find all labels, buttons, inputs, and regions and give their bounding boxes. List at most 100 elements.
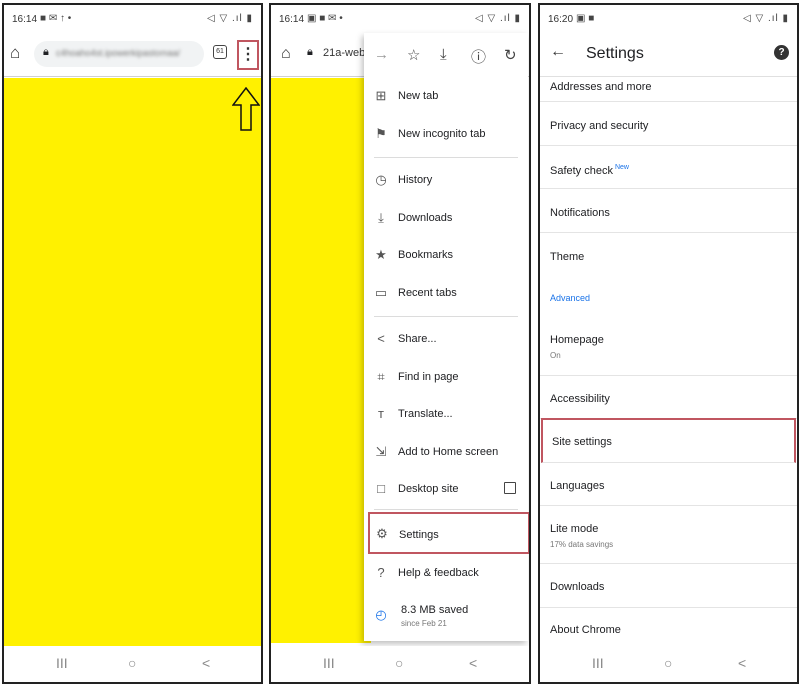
help-icon[interactable]: ? <box>774 45 789 60</box>
share-icon: < <box>377 331 385 346</box>
recent-tabs-icon: ▭ <box>374 285 388 300</box>
settings-item-privacy[interactable]: Privacy and security <box>540 103 797 146</box>
menu-action-row: → ☆ ⤓ ⓘ ↻ <box>364 33 528 77</box>
back-nav-button[interactable]: < <box>738 655 746 671</box>
settings-item-label: About Chrome <box>550 624 621 636</box>
history-icon: ◷ <box>375 172 387 187</box>
reload-icon[interactable]: ↻ <box>504 46 517 64</box>
menu-item-label: Translate... <box>398 408 453 420</box>
back-nav-button[interactable]: < <box>202 655 210 671</box>
menu-item-label: Desktop site <box>398 483 459 495</box>
advanced-section-header: Advanced <box>550 293 591 303</box>
url-text: c4hoaho4st.ipowerkipastomaa/ <box>56 48 181 58</box>
settings-item-accessibility[interactable]: Accessibility <box>540 377 797 419</box>
data-saver-icon: ◴ <box>375 607 387 622</box>
page-info-icon[interactable]: ⓘ <box>471 46 486 67</box>
settings-item-languages[interactable]: Languages <box>540 464 797 506</box>
menu-item-new-tab[interactable]: ⊞ New tab <box>364 78 528 114</box>
settings-item-addresses[interactable]: Addresses and more <box>540 78 797 102</box>
notification-icons: ▣ ■ <box>576 13 595 24</box>
menu-item-settings[interactable]: ⚙ Settings <box>368 512 529 554</box>
browser-menu-screen: 16:14 ▣ ■ ✉ • ◁ ▽ .ıl ▮ ⌂ 🔒︎ 21a-web → ☆… <box>269 3 531 684</box>
back-arrow-icon[interactable]: ← <box>550 43 566 61</box>
menu-item-help-feedback[interactable]: ? Help & feedback <box>364 555 528 591</box>
recents-button[interactable]: III <box>56 655 68 671</box>
settings-gear-icon: ⚙ <box>376 526 388 541</box>
menu-item-desktop-site[interactable]: □ Desktop site <box>364 471 528 507</box>
forward-icon[interactable]: → <box>374 46 389 63</box>
address-bar[interactable]: 🔒︎ 21a-web <box>303 41 373 67</box>
notification-icons: ▣ ■ ✉ • <box>307 13 343 24</box>
settings-item-label: Site settings <box>552 436 612 448</box>
settings-item-lite-mode[interactable]: Lite mode 17% data savings <box>540 507 797 564</box>
menu-divider <box>374 509 518 510</box>
notification-icons: ■ ✉ ↑ • <box>40 13 72 24</box>
recents-button[interactable]: III <box>323 655 335 671</box>
arrow-up-icon <box>232 87 260 131</box>
android-nav-bar: III ○ < <box>4 646 261 682</box>
menu-item-label: Bookmarks <box>398 249 454 261</box>
settings-item-notifications[interactable]: Notifications <box>540 190 797 233</box>
menu-item-downloads[interactable]: ⤓ Downloads <box>364 200 528 236</box>
help-icon: ? <box>377 565 385 580</box>
settings-item-theme[interactable]: Theme <box>540 234 797 277</box>
menu-item-history[interactable]: ◷ History <box>364 162 528 198</box>
page-content <box>271 78 371 643</box>
page-title: Settings <box>586 45 644 62</box>
menu-item-label: Settings <box>399 529 439 541</box>
status-time: 16:20 <box>548 14 574 25</box>
new-badge: New <box>614 164 629 171</box>
menu-item-label: New tab <box>398 90 439 102</box>
settings-item-downloads[interactable]: Downloads <box>540 565 797 608</box>
menu-item-bookmarks[interactable]: ★ Bookmarks <box>364 237 528 273</box>
menu-item-recent-tabs[interactable]: ▭ Recent tabs <box>364 275 528 311</box>
settings-item-sublabel: On <box>550 351 561 360</box>
bookmark-star-icon[interactable]: ☆ <box>407 46 420 64</box>
menu-item-label: Add to Home screen <box>398 446 499 458</box>
download-icon[interactable]: ⤓ <box>440 46 447 63</box>
home-nav-button[interactable]: ○ <box>664 655 672 671</box>
settings-item-site-settings[interactable]: Site settings <box>541 418 796 463</box>
browser-toolbar: ⌂ 🔒︎ c4hoaho4st.ipowerkipastomaa/ 61 ⋮ <box>4 33 261 77</box>
desktop-site-checkbox[interactable] <box>504 482 516 494</box>
back-nav-button[interactable]: < <box>469 655 477 671</box>
bookmarks-icon: ★ <box>375 247 387 262</box>
lock-icon: 🔒︎ <box>307 46 313 58</box>
menu-item-find-in-page[interactable]: ⌗ Find in page <box>364 359 528 395</box>
page-content <box>4 78 261 652</box>
settings-header: ← Settings ? <box>540 33 797 77</box>
settings-item-label: Theme <box>550 251 585 263</box>
menu-item-new-incognito-tab[interactable]: ⚑ New incognito tab <box>364 116 528 152</box>
home-nav-button[interactable]: ○ <box>395 655 403 671</box>
home-icon[interactable]: ⌂ <box>281 45 291 63</box>
settings-item-label: Notifications <box>550 207 610 219</box>
menu-item-label: Downloads <box>398 212 453 224</box>
settings-item-label: Languages <box>550 480 605 492</box>
android-nav-bar: III ○ < <box>271 646 529 682</box>
home-nav-button[interactable]: ○ <box>128 655 136 671</box>
translate-icon: ᴛ <box>378 406 384 421</box>
incognito-icon: ⚑ <box>375 126 387 141</box>
address-bar[interactable]: 🔒︎ c4hoaho4st.ipowerkipastomaa/ <box>34 41 204 67</box>
settings-screen: 16:20 ▣ ■ ◁ ▽ .ıl ▮ ← Settings ? Address… <box>538 3 799 684</box>
settings-item-homepage[interactable]: Homepage On <box>540 319 797 376</box>
data-saved-since: since Feb 21 <box>401 619 447 628</box>
new-tab-icon: ⊞ <box>375 88 387 103</box>
settings-item-safety-check[interactable]: Safety check New <box>540 147 797 189</box>
signal-battery-icons: ◁ ▽ .ıl ▮ <box>207 13 253 24</box>
browser-screen: 16:14 ■ ✉ ↑ • ◁ ▽ .ıl ▮ ⌂ 🔒︎ c4hoaho4st.… <box>2 3 263 684</box>
tab-switcher-button[interactable]: 61 <box>213 45 227 59</box>
settings-item-about-chrome[interactable]: About Chrome <box>540 609 797 649</box>
status-bar: 16:14 ■ ✉ ↑ • ◁ ▽ .ıl ▮ <box>4 5 261 33</box>
recents-button[interactable]: III <box>592 655 604 671</box>
menu-item-data-saved[interactable]: ◴ 8.3 MB saved since Feb 21 <box>364 593 528 637</box>
menu-item-translate[interactable]: ᴛ Translate... <box>364 396 528 432</box>
menu-item-label: History <box>398 174 433 186</box>
menu-item-share[interactable]: < Share... <box>364 321 528 357</box>
more-options-menu-button[interactable]: ⋮ <box>237 40 259 70</box>
menu-item-add-to-home-screen[interactable]: ⇲ Add to Home screen <box>364 434 528 470</box>
settings-item-label: Privacy and security <box>550 120 649 132</box>
home-icon[interactable]: ⌂ <box>10 44 28 62</box>
settings-item-label: Safety check New <box>550 164 629 177</box>
add-to-home-icon: ⇲ <box>375 444 387 459</box>
